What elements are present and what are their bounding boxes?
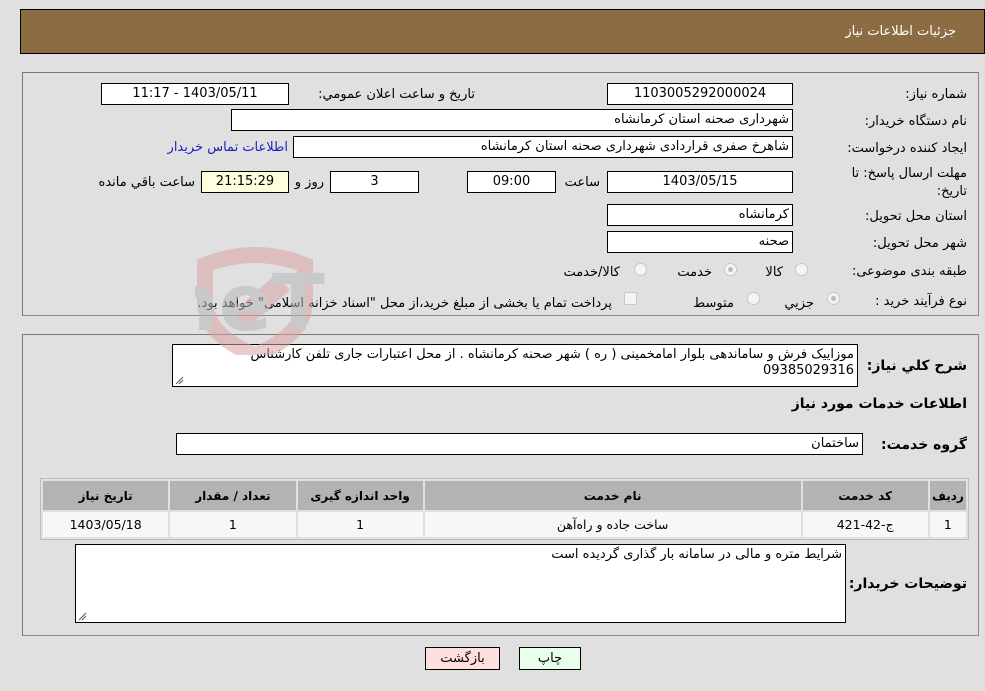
buyer-notes-label: توضیحات خریدار: [848, 576, 967, 592]
need-number-label: شماره نیاز: [905, 87, 967, 102]
purchase-type-option-minor: جزيي [784, 296, 814, 311]
resize-grip-icon[interactable] [175, 376, 184, 385]
deadline-label-line2: تاریخ: [936, 184, 967, 199]
delivery-city-label: شهر محل تحویل: [872, 236, 967, 251]
category-option-goods: کالا [765, 265, 783, 280]
deadline-time-label: ساعت [564, 175, 600, 190]
treasury-checkbox-label: پرداخت تمام یا بخشی از مبلغ خرید،از محل … [197, 296, 612, 311]
purchase-type-label: نوع فرآیند خرید : [875, 294, 967, 309]
category-radio-goods-service[interactable] [634, 263, 647, 276]
cell-need-date: 1403/05/18 [43, 512, 169, 537]
days-label: روز و [294, 175, 324, 190]
delivery-province-label: استان محل تحویل: [865, 209, 967, 224]
category-label: طبقه بندی موضوعی: [851, 264, 967, 279]
col-header-row-number: ردیف [929, 481, 966, 510]
resize-grip-icon[interactable] [78, 612, 87, 621]
services-section-title: اطلاعات خدمات مورد نياز [791, 396, 967, 412]
col-header-service-name: نام خدمت [424, 481, 801, 510]
purchase-type-radio-medium[interactable] [747, 292, 760, 305]
buyer-org-field: شهرداری صحنه استان کرمانشاه [231, 109, 793, 131]
delivery-province-field: کرمانشاه [607, 204, 793, 226]
col-header-need-date: تاریخ نیاز [43, 481, 169, 510]
deadline-time-field: 09:00 [467, 171, 556, 193]
remaining-time-label: ساعت باقي مانده [98, 175, 195, 190]
category-radio-goods[interactable] [795, 263, 808, 276]
requester-label: ایجاد کننده درخواست: [847, 141, 967, 156]
summary-textarea[interactable]: موزاییک فرش و ساماندهی بلوار امامخمینی (… [172, 344, 858, 387]
summary-text: موزاییک فرش و ساماندهی بلوار امامخمینی (… [250, 347, 854, 378]
purchase-type-radio-minor[interactable] [827, 292, 840, 305]
col-header-service-code: کد خدمت [802, 481, 928, 510]
remaining-time-field: 21:15:29 [201, 171, 289, 193]
print-button[interactable]: چاپ [519, 647, 581, 670]
page-title: جزئيات اطلاعات نياز [845, 24, 956, 39]
cell-unit: 1 [297, 512, 423, 537]
table-header-row: ردیف کد خدمت نام خدمت واحد اندازه گیری ت… [43, 481, 966, 510]
announce-datetime-field: 1403/05/11 - 11:17 [101, 83, 289, 105]
cell-row-number: 1 [929, 512, 966, 537]
need-number-field: 1103005292000024 [607, 83, 793, 105]
summary-label: شرح كلي نياز: [866, 358, 967, 374]
back-button[interactable]: بازگشت [425, 647, 500, 670]
cell-service-code: ج-42-421 [802, 512, 928, 537]
col-header-unit: واحد اندازه گیری [297, 481, 423, 510]
services-table: ردیف کد خدمت نام خدمت واحد اندازه گیری ت… [40, 478, 969, 540]
page-header: جزئيات اطلاعات نياز [20, 9, 985, 54]
buyer-org-label: نام دستگاه خریدار: [864, 114, 967, 129]
delivery-city-field: صحنه [607, 231, 793, 253]
service-group-label: گروه خدمت: [881, 437, 967, 453]
cell-service-name: ساخت جاده و راه‌آهن [424, 512, 801, 537]
buyer-notes-textarea[interactable]: شرایط متره و مالی در سامانه بار گذاری گر… [75, 544, 846, 623]
purchase-type-option-medium: متوسط [693, 296, 734, 311]
deadline-label: مهلت ارسال پاسخ: تا [851, 166, 967, 181]
category-option-goods-service: کالا/خدمت [563, 265, 620, 280]
table-row: 1 ج-42-421 ساخت جاده و راه‌آهن 1 1 1403/… [43, 512, 966, 537]
remaining-days-field: 3 [330, 171, 419, 193]
col-header-quantity: تعداد / مقدار [170, 481, 296, 510]
category-option-service: خدمت [677, 265, 712, 280]
announce-datetime-label: تاريخ و ساعت اعلان عمومي: [318, 87, 475, 102]
buyer-notes-text: شرایط متره و مالی در سامانه بار گذاری گر… [551, 547, 842, 562]
deadline-date-field: 1403/05/15 [607, 171, 793, 193]
requester-field: شاهرخ صفری قراردادی شهرداری صحنه استان ک… [293, 136, 793, 158]
treasury-checkbox[interactable] [624, 292, 637, 305]
cell-quantity: 1 [170, 512, 296, 537]
buyer-contact-link[interactable]: اطلاعات تماس خریدار [168, 140, 288, 155]
category-radio-service[interactable] [724, 263, 737, 276]
service-group-field: ساختمان [176, 433, 863, 455]
